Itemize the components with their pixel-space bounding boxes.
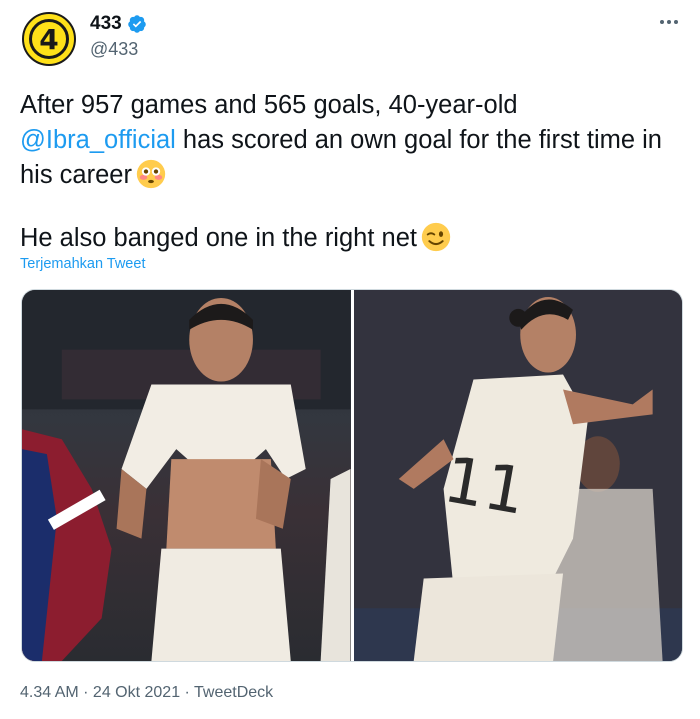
photo-1[interactable] [22, 290, 351, 661]
verified-badge-icon [127, 15, 146, 33]
translate-tweet-link[interactable]: Terjemahkan Tweet [20, 256, 145, 272]
tweet-text: After 957 games and 565 goals, 40-year-o… [20, 88, 680, 256]
media-grid: 11 [21, 289, 683, 662]
svg-text:11: 11 [438, 443, 531, 530]
avatar-logo: 4 [29, 19, 69, 59]
tweet-source: TweetDeck [194, 684, 274, 701]
author-name-row: 433 [90, 13, 147, 35]
flushed-face-emoji-icon [136, 159, 166, 189]
tweet-meta: 4.34 AM · 24 Okt 2021 · TweetDeck [20, 684, 274, 701]
handle[interactable]: @433 [90, 39, 138, 60]
player-celebrating-image: 11 [353, 290, 682, 661]
tweet-date[interactable]: 24 Okt 2021 [93, 684, 180, 701]
tweet-paragraph-2: He also banged one in the right net [20, 221, 680, 256]
avatar[interactable]: 4 [22, 12, 76, 66]
mention-link[interactable]: @Ibra_official [20, 126, 176, 154]
tweet-time[interactable]: 4.34 AM [20, 684, 79, 701]
winking-face-emoji-icon [421, 222, 451, 252]
more-options-icon[interactable] [660, 14, 684, 30]
display-name[interactable]: 433 [90, 13, 122, 35]
tweet-paragraph-1: After 957 games and 565 goals, 40-year-o… [20, 91, 662, 189]
photo-2[interactable]: 11 [353, 290, 682, 661]
player-lifting-shirt-image [22, 290, 351, 661]
tweet: 4 433 @433 After 957 games and 565 goals… [0, 0, 700, 719]
